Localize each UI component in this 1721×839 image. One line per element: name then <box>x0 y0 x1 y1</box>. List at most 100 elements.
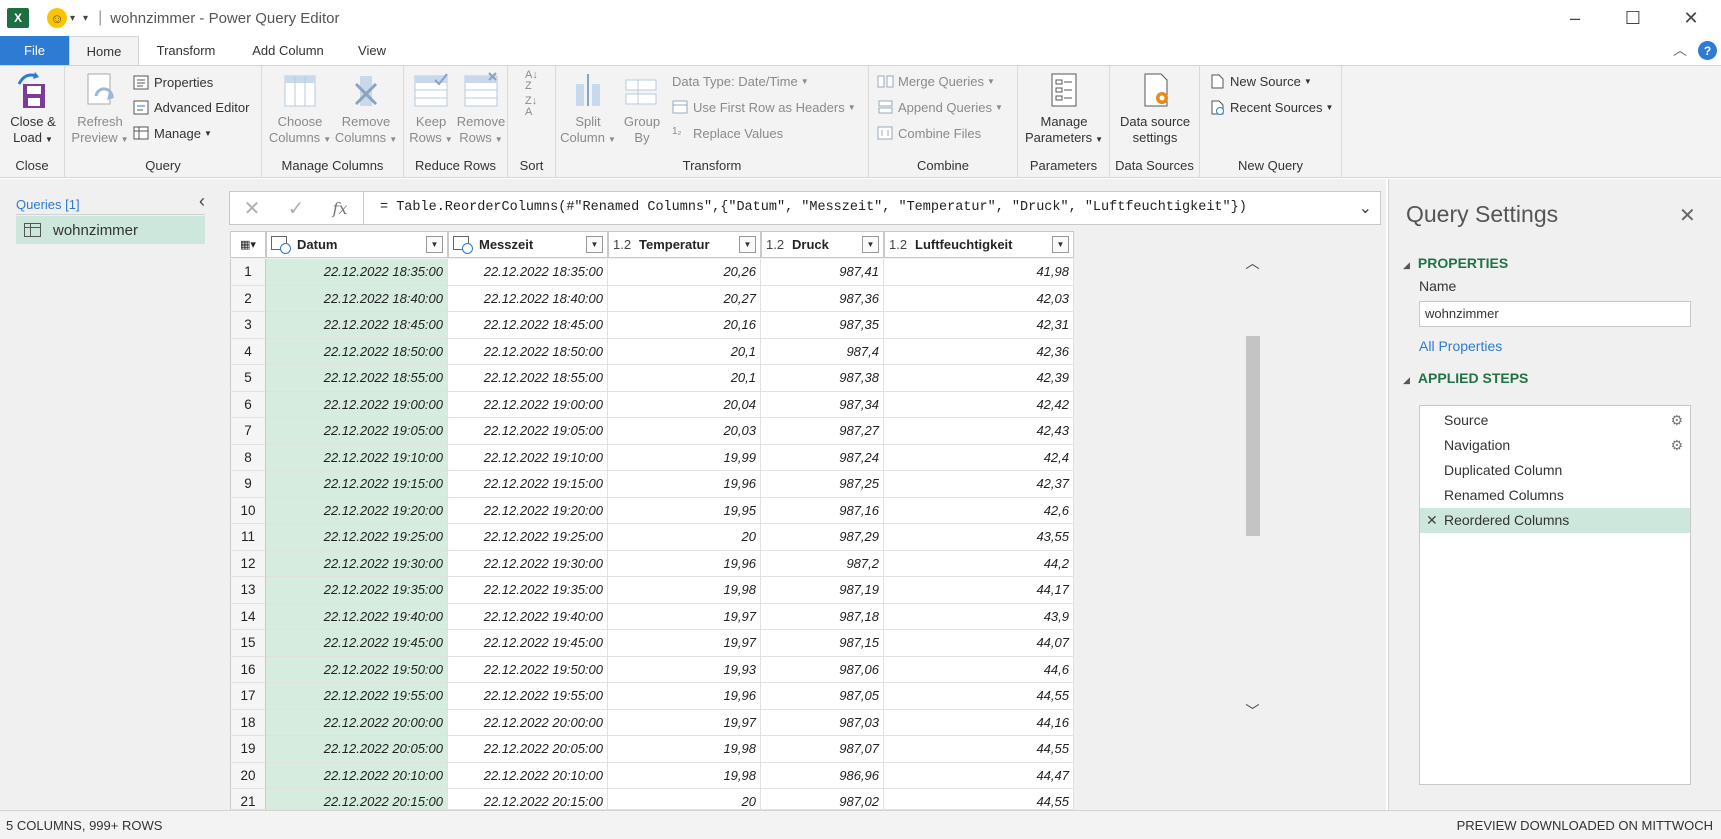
collapse-ribbon-icon[interactable]: ︿ <box>1673 40 1687 60</box>
table-cell[interactable]: 987,16 <box>761 497 884 524</box>
table-cell[interactable]: 987,02 <box>761 789 884 810</box>
row-number[interactable]: 9 <box>230 471 266 498</box>
queries-pane-title[interactable]: Queries [1] <box>16 197 80 212</box>
table-cell[interactable]: 22.12.2022 18:40:00 <box>448 285 608 312</box>
table-cell[interactable]: 22.12.2022 19:15:00 <box>448 471 608 498</box>
table-cell[interactable]: 22.12.2022 19:25:00 <box>448 524 608 551</box>
table-cell[interactable]: 22.12.2022 19:00:00 <box>448 391 608 418</box>
row-number[interactable]: 13 <box>230 577 266 604</box>
table-cell[interactable]: 41,98 <box>884 259 1074 286</box>
tab-home[interactable]: Home <box>69 36 139 65</box>
table-cell[interactable]: 20 <box>608 789 761 810</box>
table-cell[interactable]: 22.12.2022 19:25:00 <box>266 524 448 551</box>
tab-add-column[interactable]: Add Column <box>244 36 332 65</box>
table-cell[interactable]: 22.12.2022 19:10:00 <box>266 444 448 471</box>
table-cell[interactable]: 43,9 <box>884 603 1074 630</box>
table-cell[interactable]: 987,2 <box>761 550 884 577</box>
all-properties-link[interactable]: All Properties <box>1419 338 1502 354</box>
table-cell[interactable]: 987,06 <box>761 656 884 683</box>
formula-input[interactable]: = Table.ReorderColumns(#"Renamed Columns… <box>380 200 1247 215</box>
table-cell[interactable]: 987,34 <box>761 391 884 418</box>
sort-ascending-button[interactable]: A↓ Z <box>525 70 538 92</box>
table-cell[interactable]: 20,1 <box>608 338 761 365</box>
row-number[interactable]: 21 <box>230 789 266 810</box>
table-cell[interactable]: 22.12.2022 19:35:00 <box>266 577 448 604</box>
table-cell[interactable]: 20,03 <box>608 418 761 445</box>
table-cell[interactable]: 22.12.2022 20:00:00 <box>266 709 448 736</box>
table-cell[interactable]: 44,6 <box>884 656 1074 683</box>
table-cell[interactable]: 22.12.2022 19:20:00 <box>266 497 448 524</box>
table-cell[interactable]: 22.12.2022 20:05:00 <box>266 736 448 763</box>
help-icon[interactable]: ? <box>1698 41 1717 60</box>
split-column-button[interactable]: Split Column ▼ <box>560 70 616 148</box>
row-number[interactable]: 3 <box>230 312 266 339</box>
manage-parameters-button[interactable]: Manage Parameters ▼ <box>1022 70 1106 148</box>
expand-formula-icon[interactable]: ⌄ <box>1359 198 1372 218</box>
column-header-temperatur[interactable]: 1.2 Temperatur ▼ <box>608 231 761 258</box>
table-cell[interactable]: 19,98 <box>608 577 761 604</box>
customize-toolbar-icon[interactable]: ▾ <box>83 13 88 24</box>
table-cell[interactable]: 44,16 <box>884 709 1074 736</box>
table-cell[interactable]: 44,17 <box>884 577 1074 604</box>
table-cell[interactable]: 22.12.2022 19:15:00 <box>266 471 448 498</box>
table-cell[interactable]: 22.12.2022 19:05:00 <box>448 418 608 445</box>
manage-button[interactable]: Manage ▼ <box>133 126 212 141</box>
row-number[interactable]: 10 <box>230 497 266 524</box>
scroll-up-icon[interactable]: ︿ <box>1244 255 1261 272</box>
data-type-dropdown[interactable]: Data Type: Date/Time ▼ <box>672 74 809 89</box>
table-cell[interactable]: 987,36 <box>761 285 884 312</box>
tab-transform[interactable]: Transform <box>146 36 226 65</box>
keep-rows-button[interactable]: Keep Rows ▼ <box>406 70 456 148</box>
close-window-icon[interactable]: ✕ <box>1662 0 1720 36</box>
table-cell[interactable]: 42,4 <box>884 444 1074 471</box>
table-cell[interactable]: 19,93 <box>608 656 761 683</box>
table-cell[interactable]: 42,6 <box>884 497 1074 524</box>
table-cell[interactable]: 22.12.2022 20:15:00 <box>266 789 448 810</box>
smiley-icon[interactable]: ☺ <box>47 8 67 28</box>
table-cell[interactable]: 22.12.2022 18:55:00 <box>266 365 448 392</box>
table-cell[interactable]: 20,1 <box>608 365 761 392</box>
excel-icon[interactable]: X <box>7 8 29 28</box>
query-name-input[interactable]: wohnzimmer <box>1419 301 1691 327</box>
table-cell[interactable]: 22.12.2022 18:55:00 <box>448 365 608 392</box>
row-number[interactable]: 5 <box>230 365 266 392</box>
table-cell[interactable]: 22.12.2022 18:45:00 <box>448 312 608 339</box>
scrollbar-thumb[interactable] <box>1246 336 1260 536</box>
data-source-settings-button[interactable]: Data source settings <box>1114 70 1196 146</box>
close-load-button[interactable]: Close & Load ▼ <box>4 70 62 148</box>
row-number[interactable]: 15 <box>230 630 266 657</box>
filter-dropdown-icon[interactable]: ▼ <box>586 236 603 253</box>
table-cell[interactable]: 22.12.2022 18:45:00 <box>266 312 448 339</box>
row-number[interactable]: 14 <box>230 603 266 630</box>
applied-step[interactable]: Renamed Columns <box>1420 483 1690 508</box>
table-cell[interactable]: 44,47 <box>884 762 1074 789</box>
close-icon[interactable]: ✕ <box>1679 203 1696 228</box>
table-cell[interactable]: 987,41 <box>761 259 884 286</box>
filter-dropdown-icon[interactable]: ▼ <box>1052 236 1069 253</box>
row-number[interactable]: 1 <box>230 259 266 286</box>
fx-icon[interactable]: fx <box>318 199 362 218</box>
tab-file[interactable]: File <box>0 36 69 65</box>
properties-button[interactable]: Properties <box>133 75 213 90</box>
table-cell[interactable]: 22.12.2022 20:00:00 <box>448 709 608 736</box>
applied-step[interactable]: Duplicated Column <box>1420 458 1690 483</box>
table-cell[interactable]: 22.12.2022 20:10:00 <box>266 762 448 789</box>
table-cell[interactable]: 19,95 <box>608 497 761 524</box>
table-cell[interactable]: 987,35 <box>761 312 884 339</box>
table-cell[interactable]: 22.12.2022 19:00:00 <box>266 391 448 418</box>
applied-steps-section[interactable]: ◢ APPLIED STEPS <box>1403 370 1528 386</box>
table-cell[interactable]: 43,55 <box>884 524 1074 551</box>
table-cell[interactable]: 22.12.2022 19:20:00 <box>448 497 608 524</box>
table-cell[interactable]: 42,31 <box>884 312 1074 339</box>
table-cell[interactable]: 22.12.2022 19:50:00 <box>266 656 448 683</box>
properties-section[interactable]: ◢ PROPERTIES <box>1403 255 1508 271</box>
table-cell[interactable]: 22.12.2022 19:45:00 <box>266 630 448 657</box>
new-source-button[interactable]: New Source ▼ <box>1209 74 1312 89</box>
combine-files-button[interactable]: Combine Files <box>877 126 981 141</box>
table-cell[interactable]: 22.12.2022 18:40:00 <box>266 285 448 312</box>
table-cell[interactable]: 987,25 <box>761 471 884 498</box>
table-cell[interactable]: 42,37 <box>884 471 1074 498</box>
table-cell[interactable]: 987,03 <box>761 709 884 736</box>
table-cell[interactable]: 20,26 <box>608 259 761 286</box>
table-cell[interactable]: 44,07 <box>884 630 1074 657</box>
